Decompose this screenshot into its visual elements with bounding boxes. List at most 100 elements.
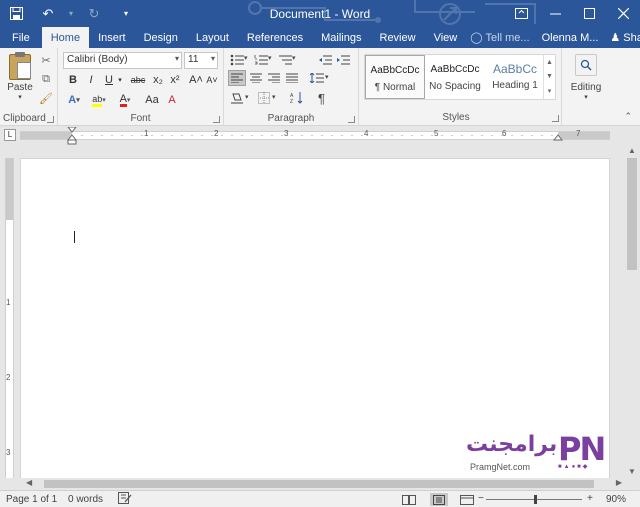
- ribbon-tab-bar: File Home Insert Design Layout Reference…: [0, 27, 640, 48]
- font-color-button[interactable]: A ▾: [114, 92, 136, 108]
- chevron-down-icon[interactable]: ▾: [272, 93, 276, 101]
- highlight-button[interactable]: ab ▾: [88, 92, 110, 108]
- chevron-up-icon[interactable]: ▲: [546, 59, 553, 66]
- vruler-strip: 1 2 3: [5, 158, 14, 478]
- shrink-font-button[interactable]: A˅: [204, 72, 220, 88]
- maximize-icon[interactable]: [572, 0, 606, 27]
- clear-formatting-button[interactable]: A: [164, 92, 180, 108]
- web-layout-icon[interactable]: [458, 493, 476, 506]
- page-count[interactable]: Page 1 of 1: [6, 494, 57, 505]
- scroll-right-icon[interactable]: ▶: [616, 478, 622, 487]
- tab-home[interactable]: Home: [41, 27, 90, 48]
- dialog-launcher-icon[interactable]: [213, 116, 220, 123]
- scroll-left-icon[interactable]: ◀: [26, 478, 32, 487]
- vertical-scrollbar[interactable]: ▲ ▼: [624, 144, 640, 478]
- scroll-thumb[interactable]: [627, 158, 637, 270]
- tab-mailings[interactable]: Mailings: [312, 27, 370, 48]
- multilevel-list-icon[interactable]: [278, 54, 292, 66]
- bold-button[interactable]: B: [66, 72, 80, 88]
- chevron-down-icon[interactable]: ▾: [116, 72, 124, 88]
- style-normal[interactable]: AaBbCcDc ¶ Normal: [365, 55, 425, 99]
- strikethrough-button[interactable]: abc: [128, 72, 148, 88]
- increase-indent-icon[interactable]: [336, 54, 350, 66]
- font-size-select[interactable]: 11 ▾: [184, 52, 218, 69]
- chevron-down-icon[interactable]: ▾: [325, 73, 329, 81]
- tab-review[interactable]: Review: [371, 27, 425, 48]
- dialog-launcher-icon[interactable]: [47, 116, 54, 123]
- borders-icon[interactable]: [258, 92, 270, 104]
- tab-references[interactable]: References: [238, 27, 312, 48]
- align-center-icon[interactable]: [250, 73, 262, 83]
- dialog-launcher-icon[interactable]: [348, 116, 355, 123]
- text-effects-button[interactable]: A ▾: [64, 92, 84, 108]
- decrease-indent-icon[interactable]: [318, 54, 332, 66]
- chevron-down-icon[interactable]: ▾: [292, 54, 296, 62]
- tab-design[interactable]: Design: [135, 27, 187, 48]
- tab-view[interactable]: View: [425, 27, 467, 48]
- minimize-icon[interactable]: [538, 0, 572, 27]
- cut-icon[interactable]: ✂: [38, 52, 54, 68]
- bullets-icon[interactable]: [230, 54, 244, 66]
- styles-gallery: AaBbCcDc ¶ Normal AaBbCcDc No Spacing Aa…: [364, 54, 556, 100]
- status-bar: Page 1 of 1 0 words − + 90%: [0, 490, 640, 507]
- italic-button[interactable]: I: [84, 72, 98, 88]
- change-case-button[interactable]: Aa: [142, 92, 162, 108]
- copy-icon[interactable]: ⧉: [38, 71, 54, 87]
- close-icon[interactable]: [606, 0, 640, 27]
- hscroll-thumb[interactable]: [44, 480, 594, 488]
- tell-me-box[interactable]: ◯ Tell me...: [466, 27, 533, 48]
- word-count[interactable]: 0 words: [68, 494, 103, 505]
- share-button[interactable]: ♟ Share: [606, 27, 640, 48]
- tab-layout[interactable]: Layout: [187, 27, 238, 48]
- line-spacing-icon[interactable]: [310, 73, 324, 83]
- style-preview: AaBbCcDc: [370, 65, 420, 76]
- subscript-button[interactable]: x₂: [151, 72, 165, 88]
- tab-file[interactable]: File: [0, 27, 42, 48]
- ruler-strip: 1 2 3 4 5 6 7: [20, 127, 610, 145]
- zoom-level[interactable]: 90%: [606, 494, 626, 505]
- document-page[interactable]: [20, 158, 610, 478]
- style-heading-1[interactable]: AaBbCc Heading 1: [485, 55, 545, 99]
- underline-button[interactable]: U: [102, 72, 116, 88]
- horizontal-scrollbar[interactable]: ◀ ▶: [20, 478, 624, 490]
- shading-icon[interactable]: [230, 92, 244, 104]
- dialog-launcher-icon[interactable]: [552, 115, 559, 122]
- ruler-label: 1: [144, 129, 149, 138]
- collapse-ribbon-icon[interactable]: ⌃: [624, 111, 632, 122]
- ruler-label: 5: [434, 129, 439, 138]
- scroll-down-icon[interactable]: ▼: [624, 467, 640, 476]
- ruler-label: 3: [284, 129, 289, 138]
- styles-scroll[interactable]: ▲ ▼ ▾: [543, 55, 555, 99]
- chevron-down-icon[interactable]: ▾: [268, 54, 272, 62]
- superscript-button[interactable]: x²: [168, 72, 182, 88]
- grow-font-button[interactable]: A˄: [188, 72, 204, 88]
- chevron-down-icon: ▾: [584, 94, 588, 101]
- justify-icon[interactable]: [286, 73, 298, 83]
- tab-insert[interactable]: Insert: [89, 27, 135, 48]
- format-painter-icon[interactable]: 🖌: [38, 90, 54, 106]
- read-mode-icon[interactable]: [400, 493, 418, 506]
- font-size-value: 11: [188, 54, 199, 65]
- sort-icon[interactable]: AZ: [290, 92, 304, 104]
- align-right-icon[interactable]: [268, 73, 280, 83]
- paste-button[interactable]: Paste ▾: [4, 52, 36, 108]
- zoom-slider-thumb[interactable]: [534, 495, 537, 504]
- proofing-icon[interactable]: [118, 492, 132, 507]
- tab-selector[interactable]: L: [4, 129, 16, 141]
- chevron-down-icon[interactable]: ▾: [244, 54, 248, 62]
- user-account[interactable]: Olenna M...: [540, 27, 601, 48]
- ribbon-display-options-icon[interactable]: [504, 0, 538, 27]
- numbering-icon[interactable]: [254, 54, 268, 66]
- editing-button[interactable]: Editing ▾: [566, 52, 606, 102]
- show-formatting-button[interactable]: ¶: [318, 91, 325, 106]
- zoom-out-button[interactable]: −: [478, 493, 484, 504]
- align-left-button[interactable]: [228, 70, 246, 86]
- more-styles-icon[interactable]: ▾: [548, 87, 552, 95]
- zoom-in-button[interactable]: +: [587, 493, 593, 504]
- style-no-spacing[interactable]: AaBbCcDc No Spacing: [425, 55, 485, 99]
- scroll-up-icon[interactable]: ▲: [624, 146, 640, 155]
- font-name-select[interactable]: Calibri (Body) ▾: [63, 52, 182, 69]
- chevron-down-icon[interactable]: ▼: [546, 73, 553, 80]
- chevron-down-icon[interactable]: ▾: [245, 93, 249, 101]
- print-layout-icon[interactable]: [430, 493, 448, 506]
